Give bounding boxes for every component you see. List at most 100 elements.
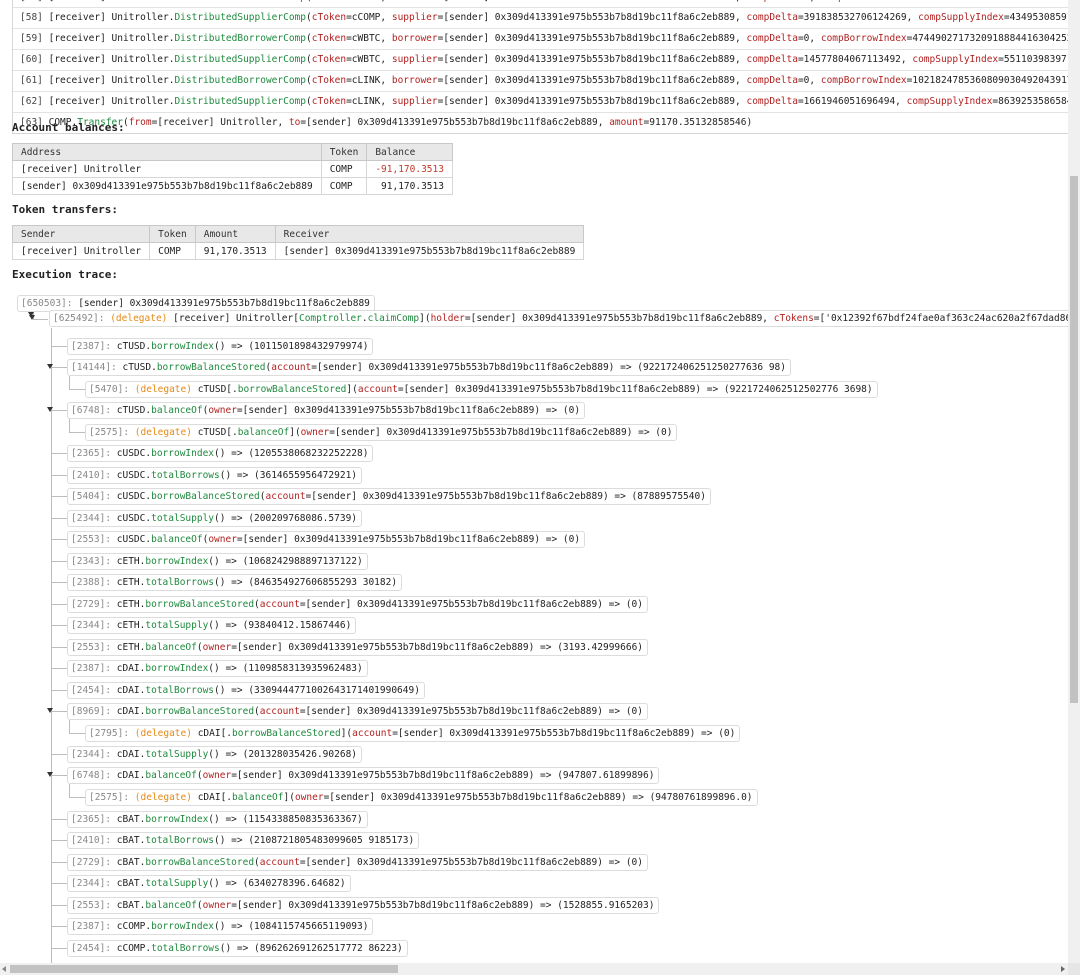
tree-connector [51,840,67,841]
call-text: cTUSD[.borrowBalanceStored](account=[sen… [197,384,873,395]
trace-node[interactable]: [2388]: cETH.totalBorrows() => (84635492… [67,574,403,591]
collapse-toggle-icon[interactable] [47,364,53,369]
gas-label: [2454]: [71,943,117,954]
log-line: [63] COMP.Transfer(from=[receiver] Unitr… [13,112,1068,133]
horizontal-scroll-thumb[interactable] [10,965,398,973]
gas-label: [2387]: [71,341,117,352]
trace-node[interactable]: [2729]: cETH.borrowBalanceStored(account… [67,596,648,613]
trace-node[interactable]: [2344]: cETH.totalSupply() => (93840412.… [67,617,357,634]
gas-label: [625492]: [53,313,111,324]
scroll-left-arrow-icon[interactable] [2,966,6,972]
call-text: cTUSD.borrowBalanceStored(account=[sende… [122,362,786,373]
trace-node[interactable]: [2410]: cBAT.totalBorrows() => (21087218… [67,832,420,849]
log-index: [58] [20,12,49,23]
trace-node[interactable]: [2387]: cTUSD.borrowIndex() => (10115018… [67,338,374,355]
trace-node[interactable]: [6748]: cTUSD.balanceOf(owner=[sender] 0… [67,402,586,419]
log-line: [61] [receiver] Unitroller.DistributedBo… [13,70,1068,91]
trace-node-claimcomp[interactable]: [625492]: (delegate) [receiver] Unitroll… [49,310,1068,327]
log-index: [60] [20,54,49,65]
call-text: cTUSD.balanceOf(owner=[sender] 0x309d413… [116,405,581,416]
trace-node[interactable]: [2454]: cDAI.totalBorrows() => (33094447… [67,682,425,699]
trace-node[interactable]: [5404]: cUSDC.borrowBalanceStored(accoun… [67,488,711,505]
trace-node[interactable]: [2387]: cDAI.borrowIndex() => (110985831… [67,660,368,677]
scrollbar-corner [1068,963,1080,975]
trace-node[interactable]: [2344]: cDAI.totalSupply() => (201328035… [67,746,363,763]
collapse-toggle-icon[interactable] [29,315,35,320]
token-cell: COMP [149,242,196,260]
call-text: cDAI.totalSupply() => (201328035426.9026… [116,749,358,760]
tree-connector [69,784,70,797]
amount-cell: 91,170.3513 [194,242,276,260]
call-text: cCOMP.borrowIndex() => (1084115745665119… [116,921,369,932]
vertical-scroll-thumb[interactable] [1070,176,1078,703]
trace-node[interactable]: [2729]: cBAT.borrowBalanceStored(account… [67,854,648,871]
trace-node[interactable]: [2387]: cCOMP.borrowIndex() => (10841157… [67,918,374,935]
trace-node[interactable]: [2553]: cETH.balanceOf(owner=[sender] 0x… [67,639,649,656]
log-line: [62] [receiver] Unitroller.DistributedSu… [13,91,1068,112]
collapse-toggle-icon[interactable] [47,708,53,713]
gas-label: [2575]: [89,427,135,438]
call-text: cETH.balanceOf(owner=[sender] 0x309d4133… [116,642,644,653]
trace-node[interactable]: [2365]: cBAT.borrowIndex() => (115433885… [67,811,368,828]
delegate-label: (delegate) [134,384,198,395]
token-transfers-heading: Token transfers: [12,203,118,216]
tree-connector [51,367,67,368]
gas-label: [8969]: [71,706,117,717]
call-text: cUSDC.balanceOf(owner=[sender] 0x309d413… [116,534,581,545]
trace-node[interactable]: [2575]: (delegate) cTUSD[.balanceOf](own… [85,424,678,441]
col-receiver: Receiver [274,225,585,243]
trace-node[interactable]: [8969]: cDAI.borrowBalanceStored(account… [67,703,648,720]
gas-label: [2575]: [89,792,135,803]
token-transfers-table: Sender Token Amount Receiver [receiver] … [11,225,585,260]
gas-label: [6748]: [71,405,117,416]
account-balances-heading: Account balances: [12,121,125,134]
col-amount: Amount [194,225,276,243]
collapse-toggle-icon[interactable] [47,772,53,777]
tree-connector [51,926,67,927]
tree-connector [51,346,67,347]
trace-node[interactable]: [2454]: cCOMP.totalBorrows() => (8962626… [67,940,408,957]
tree-connector [51,561,67,562]
call-text: cDAI.borrowBalanceStored(account=[sender… [116,706,643,717]
trace-node[interactable]: [14144]: cTUSD.borrowBalanceStored(accou… [67,359,791,376]
trace-node[interactable]: [6748]: cDAI.balanceOf(owner=[sender] 0x… [67,767,660,784]
log-line: [60] [receiver] Unitroller.DistributedSu… [13,49,1068,70]
event-log: [57] [receiver] Unitroller.DistributedBo… [12,0,1068,134]
call-text: cBAT.balanceOf(owner=[sender] 0x309d4133… [116,900,655,911]
trace-node[interactable]: [5470]: (delegate) cTUSD[.borrowBalanceS… [85,381,878,398]
trace-node[interactable]: [2553]: cUSDC.balanceOf(owner=[sender] 0… [67,531,586,548]
trace-node[interactable]: [2553]: cBAT.balanceOf(owner=[sender] 0x… [67,897,660,914]
scroll-right-arrow-icon[interactable] [1061,966,1065,972]
tree-connector [51,582,67,583]
trace-node[interactable]: [2344]: cUSDC.totalSupply() => (20020976… [67,510,363,527]
trace-node[interactable]: [2344]: cBAT.totalSupply() => (634027839… [67,875,351,892]
gas-label: [2365]: [71,448,117,459]
address-cell: [receiver] Unitroller [12,160,322,178]
gas-label: [2553]: [71,642,117,653]
trace-node[interactable]: [2365]: cUSDC.borrowIndex() => (12055380… [67,445,374,462]
tree-connector [69,389,85,390]
tree-connector [51,328,52,963]
gas-label: [5404]: [71,491,117,502]
log-line: [57] [receiver] Unitroller.DistributedBo… [13,0,1068,7]
gas-label: [5470]: [89,384,135,395]
token-cell: COMP [320,160,368,178]
vertical-scrollbar[interactable] [1068,0,1080,963]
call-text: cETH.totalBorrows() => (8463549276068552… [116,577,398,588]
col-token: Token [149,225,196,243]
gas-label: [2387]: [71,921,117,932]
sender-cell: [receiver] Unitroller [11,242,151,260]
gas-label: [6748]: [71,770,117,781]
tree-connector [69,419,70,432]
balance-cell: 91,170.3513 [366,177,453,195]
trace-node[interactable]: [2343]: cETH.borrowIndex() => (106824298… [67,553,368,570]
trace-node[interactable]: [2795]: (delegate) cDAI[.borrowBalanceSt… [85,725,741,742]
gas-label: [2388]: [71,577,117,588]
trace-node[interactable]: [2410]: cUSDC.totalBorrows() => (3614655… [67,467,363,484]
horizontal-scrollbar[interactable] [0,963,1068,975]
collapse-toggle-icon[interactable] [47,407,53,412]
log-text: [receiver] Unitroller.DistributedBorrowe… [48,75,1068,86]
execution-trace-heading: Execution trace: [12,268,118,281]
trace-node[interactable]: [2575]: (delegate) cDAI[.balanceOf](owne… [85,789,758,806]
call-text: cTUSD[.balanceOf](owner=[sender] 0x309d4… [197,427,673,438]
